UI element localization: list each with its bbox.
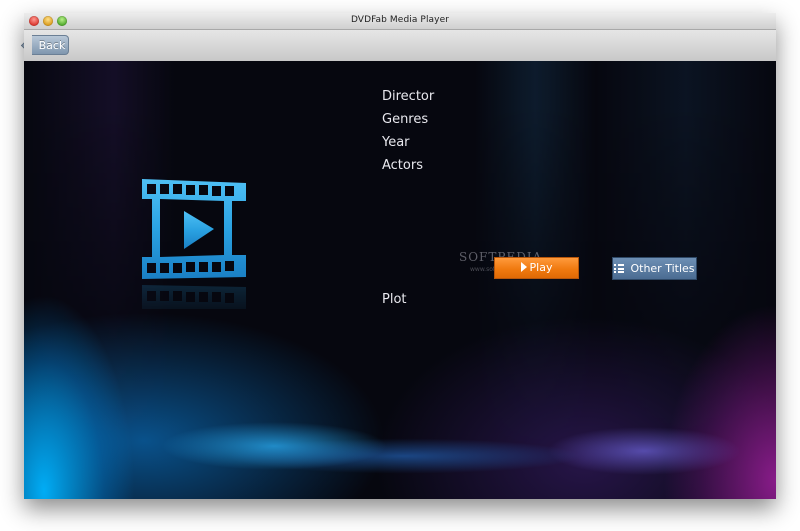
back-button-label: Back (38, 39, 66, 52)
play-triangle-icon (520, 262, 527, 272)
play-button[interactable]: Play (494, 257, 579, 279)
genres-label: Genres (382, 112, 429, 127)
other-titles-button[interactable]: Other Titles (612, 257, 697, 280)
other-titles-label: Other Titles (630, 262, 695, 275)
back-button[interactable]: Back (32, 35, 69, 55)
toolbar: Back (24, 30, 776, 62)
movie-detail-view: Director Genres Year Actors SOFTPEDIA ww… (24, 61, 776, 499)
director-label: Director (382, 89, 435, 104)
film-strip-play-icon (142, 179, 246, 279)
window-title: DVDFab Media Player (350, 15, 450, 25)
actors-label: Actors (382, 158, 423, 173)
title-bar: DVDFab Media Player (24, 13, 776, 30)
app-window: DVDFab Media Player Back Director Genres… (24, 13, 776, 499)
movie-metadata: Director Genres Year Actors (382, 89, 434, 181)
list-icon (614, 264, 625, 273)
plot-label: Plot (382, 292, 407, 307)
film-icon-reflection (142, 285, 246, 309)
year-label: Year (382, 135, 410, 150)
play-button-label: Play (529, 261, 553, 274)
